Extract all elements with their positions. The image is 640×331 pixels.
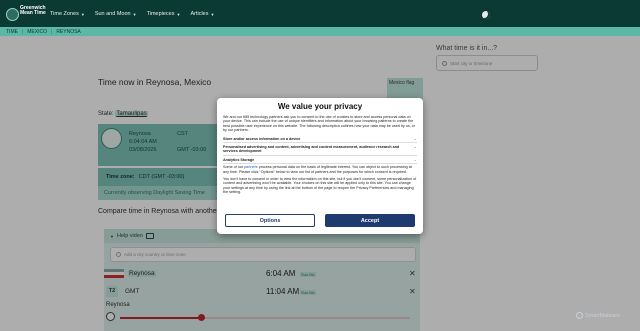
nav-label: Articles [190,11,209,17]
nav-item-articles[interactable]: Articles ▼ [190,11,214,17]
watermark-text: SmartMalware [585,312,621,319]
purpose-item[interactable]: Personalised advertising and content, ad… [223,144,417,156]
top-navbar: Greenwich Mean Time Time Zones ▼ Sun and … [0,0,640,30]
chevron-down-icon: ⌄ [413,136,417,141]
dialog-buttons: Options Accept [225,214,415,228]
globe-icon [6,8,19,21]
nav-item-time-zones[interactable]: Time Zones ▼ [50,11,85,17]
consent-paragraph: You don't have to consent in order to vi… [223,177,417,195]
dialog-intro: We and our 685 technology partners ask y… [223,115,415,133]
watermark-logo-icon [576,312,583,319]
partners-text: Some of our [223,165,244,170]
purpose-label: Analytics Storage [223,157,255,162]
breadcrumb-reynosa: REYNOSA [56,28,81,35]
chevron-down-icon: ▼ [210,11,215,17]
nav-item-timepieces[interactable]: Timepieces ▼ [147,11,181,17]
partners-link[interactable]: partners [244,165,258,169]
options-button[interactable]: Options [225,214,315,227]
nav-item-sun-and-moon[interactable]: Sun and Moon ▼ [95,11,137,17]
breadcrumb-separator: | [51,28,53,35]
site-logo[interactable]: Greenwich Mean Time [6,6,46,24]
purpose-label: Personalised advertising and content, ad… [223,145,400,154]
watermark: SmartMalware [576,312,620,319]
breadcrumb-mexico[interactable]: MEXICO [27,29,47,35]
purpose-item[interactable]: Store and/or access information on a dev… [223,136,417,144]
purpose-label: Store and/or access information on a dev… [223,136,301,141]
dark-mode-moon-icon[interactable] [482,11,490,19]
chevron-down-icon: ▼ [132,11,137,17]
purpose-item[interactable]: Analytics Storage ⌄ [223,157,417,165]
chevron-down-icon: ⌄ [413,145,417,150]
breadcrumb-separator: | [21,28,24,35]
logo-text: Greenwich Mean Time [20,5,46,16]
nav-label: Sun and Moon [94,11,131,17]
breadcrumb: TIME | MEXICO | REYNOSA [0,27,640,36]
breadcrumb-time[interactable]: TIME [6,29,18,35]
partners-paragraph: Some of our partners process personal da… [223,165,417,174]
nav-label: Time Zones [50,11,79,17]
nav-label: Timepieces [146,11,175,17]
chevron-down-icon: ⌄ [413,157,417,162]
dialog-body[interactable]: We and our 685 technology partners ask y… [223,115,417,209]
chevron-down-icon: ▼ [80,11,85,17]
main-nav: Time Zones ▼ Sun and Moon ▼ Timepieces ▼ Ar… [50,11,214,17]
dialog-title: We value your privacy [277,102,363,111]
accept-button[interactable]: Accept [325,214,415,227]
chevron-down-icon: ▼ [176,11,181,17]
privacy-consent-dialog: We value your privacy We and our 685 tec… [217,98,423,234]
